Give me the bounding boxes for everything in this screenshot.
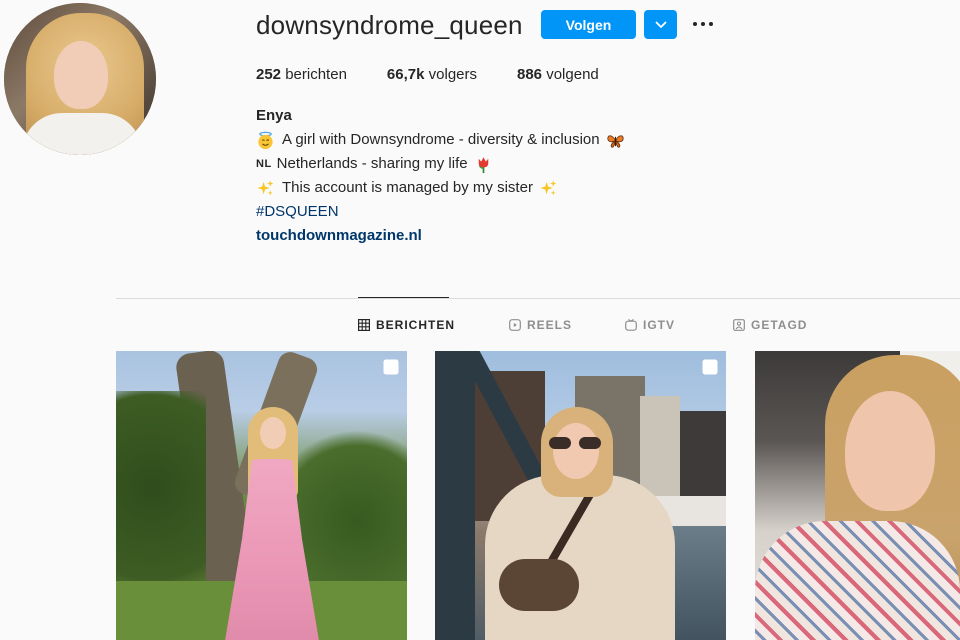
followers-count: 66,7k <box>386 66 425 83</box>
tagged-icon <box>733 319 745 331</box>
bio-line-1-text: A girl with Downsyndrome - diversity & i… <box>282 131 600 148</box>
following-count: 886 <box>517 66 543 83</box>
dot-icon <box>701 22 705 26</box>
profile-username: downsyndrome_queen <box>256 10 523 40</box>
post-thumbnail[interactable] <box>116 351 407 640</box>
photo-bag <box>499 559 579 611</box>
dot-icon <box>693 22 697 26</box>
follow-button[interactable]: Volgen <box>541 10 636 39</box>
following-stat[interactable]: 886 volgend <box>517 66 599 83</box>
avatar-face <box>54 41 108 109</box>
post-thumbnail[interactable] <box>435 351 726 640</box>
profile-full-name: Enya <box>256 107 292 124</box>
followers-label: volgers <box>428 66 477 83</box>
photo-bridge <box>435 351 475 640</box>
followers-stat[interactable]: 66,7k volgers <box>387 66 477 83</box>
chevron-down-icon <box>655 21 666 28</box>
suggestions-dropdown-button[interactable] <box>644 10 677 39</box>
bio-line-1: A girl with Downsyndrome - diversity & i… <box>256 128 625 152</box>
igtv-icon <box>625 319 637 331</box>
carousel-icon <box>383 359 399 375</box>
post-thumbnail[interactable] <box>755 351 960 640</box>
sunglass-lens <box>579 437 601 449</box>
tab-label: REELS <box>527 318 573 332</box>
profile-bio: Enya A girl with Downsyndrome - diversit… <box>256 104 625 248</box>
profile-avatar[interactable] <box>4 3 156 155</box>
sunglass-lens <box>549 437 571 449</box>
reels-icon <box>509 319 521 331</box>
posts-label: berichten <box>285 66 347 83</box>
photo-sweater <box>485 475 675 640</box>
bio-hashtag-link[interactable]: #DSQUEEN <box>256 200 625 224</box>
following-label: volgend <box>546 66 599 83</box>
tab-igtv[interactable]: IGTV <box>625 318 675 332</box>
photo-person-face <box>845 391 935 511</box>
photo-sunglasses <box>549 437 603 449</box>
tulip-icon <box>478 156 488 173</box>
sparkles-icon <box>540 179 557 195</box>
bio-line-2-text: Netherlands - sharing my life <box>276 155 468 172</box>
tab-label: IGTV <box>643 318 676 332</box>
angel-face-icon <box>258 131 273 149</box>
tab-label: BERICHTEN <box>376 318 456 332</box>
tab-reels[interactable]: REELS <box>509 318 572 332</box>
posts-stat: 252 berichten <box>256 66 347 83</box>
dot-icon <box>709 22 713 26</box>
bio-line-2: NL Netherlands - sharing my life <box>256 152 625 176</box>
tab-berichten[interactable]: BERICHTEN <box>358 318 455 332</box>
more-options-button[interactable] <box>690 12 716 36</box>
butterfly-icon <box>607 134 624 148</box>
carousel-icon <box>702 359 718 375</box>
tabs-divider <box>116 298 960 299</box>
photo-person-face <box>260 417 286 449</box>
tab-label: GETAGD <box>751 318 808 332</box>
profile-stats: 252 berichten 66,7k volgers 886 volgend <box>256 66 639 83</box>
photo-floral-top <box>755 521 960 640</box>
sparkles-icon <box>257 179 274 195</box>
photo-person-face <box>553 423 599 479</box>
posts-count: 252 <box>256 66 282 83</box>
active-tab-indicator <box>358 297 449 298</box>
tab-getagd[interactable]: GETAGD <box>733 318 807 332</box>
grid-icon <box>358 319 370 331</box>
avatar-shirt <box>22 113 142 155</box>
profile-tabs: BERICHTEN REELS IGTV GETAGD <box>0 318 960 334</box>
netherlands-flag-label: NL <box>256 158 272 170</box>
bio-line-3-text: This account is managed by my sister <box>282 179 533 196</box>
bio-line-3: This account is managed by my sister <box>256 176 625 200</box>
bio-website-link[interactable]: touchdownmagazine.nl <box>256 224 625 248</box>
